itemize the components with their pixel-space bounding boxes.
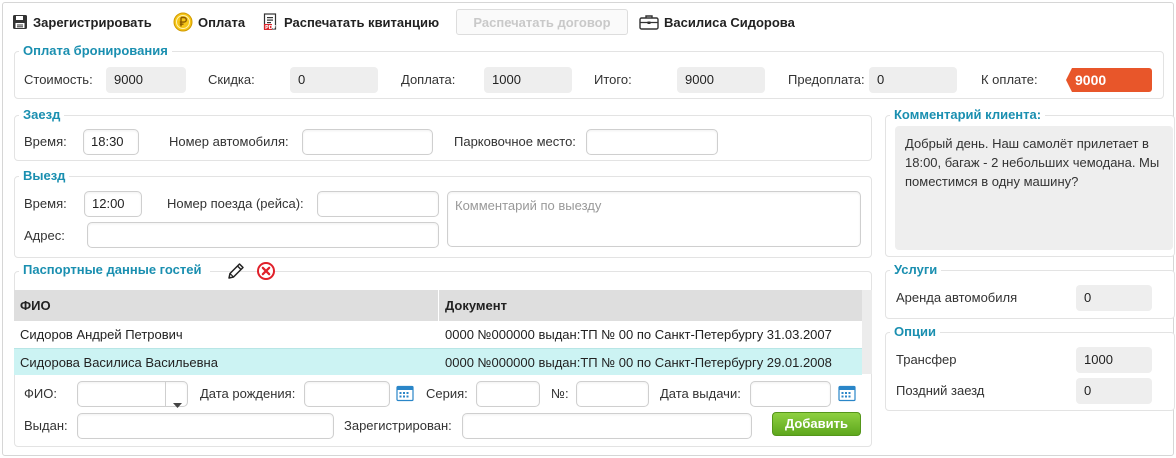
prepay-label: Предоплата: <box>788 72 865 87</box>
add-guest-button[interactable]: Добавить <box>772 412 861 436</box>
guests-title: Паспортные данные гостей <box>19 262 210 278</box>
client-comment-text: Добрый день. Наш самолёт прилетает в 18:… <box>895 126 1173 250</box>
fio-select[interactable] <box>77 381 188 408</box>
discount-value: 0 <box>290 67 378 93</box>
calendar-icon[interactable] <box>838 384 856 405</box>
series-input[interactable] <box>476 381 540 407</box>
issued-by-input[interactable] <box>77 413 334 439</box>
fio-label: ФИО: <box>24 386 57 401</box>
checkin-title: Заезд <box>19 107 65 123</box>
guest-name: Василиса Сидорова <box>664 14 795 30</box>
option-name: Поздний заезд <box>896 383 985 398</box>
checkout-time-label: Время: <box>24 196 67 211</box>
topay-label: К оплате: <box>981 72 1038 87</box>
table-scrollbar[interactable] <box>862 290 872 374</box>
surcharge-label: Доплата: <box>401 72 456 87</box>
column-header-document[interactable]: Документ <box>439 290 862 321</box>
svg-text:PDF: PDF <box>265 25 276 31</box>
birth-date-input[interactable] <box>304 381 390 407</box>
issue-date-input[interactable] <box>750 381 831 407</box>
option-name: Трансфер <box>896 352 957 367</box>
prepay-value: 0 <box>869 67 957 93</box>
calendar-icon[interactable] <box>396 384 414 405</box>
payment-label: Оплата <box>198 14 246 30</box>
service-name: Аренда автомобиля <box>896 290 1018 305</box>
pencil-icon[interactable] <box>226 261 246 284</box>
registered-input[interactable] <box>462 413 752 439</box>
guest-profile-button[interactable]: Василиса Сидорова <box>639 10 795 34</box>
print-receipt-label: Распечатать квитанцию <box>284 14 440 30</box>
options-title: Опции <box>890 324 940 340</box>
number-label: №: <box>551 386 569 401</box>
address-label: Адрес: <box>24 228 65 243</box>
print-contract-button: Распечатать договор <box>456 9 628 35</box>
checkin-time-input[interactable]: 18:30 <box>83 129 139 155</box>
checkout-title: Выезд <box>19 168 70 184</box>
client-comment-title: Комментарий клиента: <box>890 107 1046 123</box>
guest-document-cell: 0000 №000000 выдан:ТП № 00 по Санкт-Пете… <box>445 355 832 370</box>
number-input[interactable] <box>576 381 649 407</box>
option-value: 1000 <box>1076 347 1152 373</box>
table-row-selected[interactable]: Сидорова Василиса Васильевна 0000 №00000… <box>14 348 862 375</box>
floppy-disk-icon <box>12 14 28 30</box>
topay-badge: 9000 <box>1066 68 1152 92</box>
issued-by-label: Выдан: <box>24 418 68 433</box>
parking-input[interactable] <box>586 129 718 155</box>
birth-date-label: Дата рождения: <box>200 386 296 401</box>
total-label: Итого: <box>594 72 632 87</box>
registered-label: Зарегистрирован: <box>344 418 452 433</box>
address-input[interactable] <box>87 222 439 248</box>
ruble-coin-icon <box>173 12 193 32</box>
checkin-panel <box>14 115 872 161</box>
guest-name-cell: Сидорова Василиса Васильевна <box>20 355 218 370</box>
guest-document-cell: 0000 №000000 выдан:ТП № 00 по Санкт-Пете… <box>445 327 832 342</box>
print-receipt-button[interactable]: PDF Распечатать квитанцию <box>263 10 439 34</box>
column-header-fio[interactable]: ФИО <box>14 290 439 321</box>
train-number-input[interactable] <box>317 191 439 217</box>
checkin-time-label: Время: <box>24 134 67 149</box>
cost-label: Стоимость: <box>24 72 93 87</box>
briefcase-icon <box>639 14 659 30</box>
discount-label: Скидка: <box>208 72 255 87</box>
option-value: 0 <box>1076 378 1152 404</box>
services-title: Услуги <box>890 262 942 278</box>
register-label: Зарегистрировать <box>33 14 152 30</box>
checkout-comment-textarea[interactable]: Комментарий по выезду <box>447 191 861 247</box>
cost-value: 9000 <box>106 67 186 93</box>
series-label: Серия: <box>426 386 468 401</box>
service-value: 0 <box>1076 285 1152 311</box>
train-number-label: Номер поезда (рейса): <box>167 196 304 211</box>
surcharge-value: 1000 <box>484 67 572 93</box>
guest-name-cell: Сидоров Андрей Петрович <box>20 327 183 342</box>
checkout-time-input[interactable]: 12:00 <box>84 191 142 217</box>
guests-table: ФИО Документ Сидоров Андрей Петрович 000… <box>14 290 862 375</box>
table-row[interactable]: Сидоров Андрей Петрович 0000 №000000 выд… <box>14 321 862 348</box>
total-value: 9000 <box>677 67 765 93</box>
payment-title: Оплата бронирования <box>19 43 172 59</box>
delete-icon[interactable] <box>256 261 276 284</box>
parking-label: Парковочное место: <box>454 134 576 149</box>
receipt-icon: PDF <box>263 13 279 31</box>
print-contract-label: Распечатать договор <box>473 14 611 30</box>
car-number-input[interactable] <box>302 129 433 155</box>
payment-button[interactable]: Оплата <box>173 10 245 34</box>
register-button[interactable]: Зарегистрировать <box>12 10 152 34</box>
car-number-label: Номер автомобиля: <box>169 134 289 149</box>
issue-date-label: Дата выдачи: <box>660 386 741 401</box>
